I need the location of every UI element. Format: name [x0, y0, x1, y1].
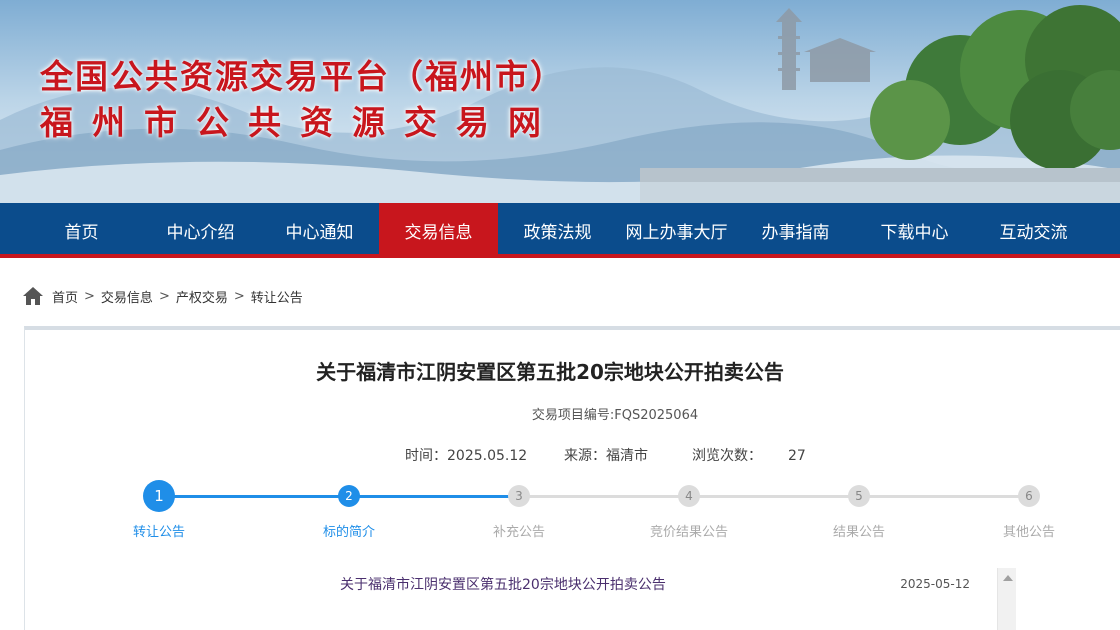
article-title: 关于福清市江阴安置区第五批20宗地块公开拍卖公告: [316, 360, 784, 384]
progress-steps: 1 2 3 4 5 6 转让公告 标的简介 补充公告 竞价结果公告 结果公告 其…: [0, 480, 1120, 540]
scroll-up-arrow-icon[interactable]: [1003, 575, 1013, 581]
nav-item-interact[interactable]: 互动交流: [974, 203, 1093, 258]
step-track-done: [349, 495, 519, 498]
breadcrumb-separator: >: [233, 288, 245, 304]
nav-item-policy[interactable]: 政策法规: [498, 203, 617, 258]
views-value: 27: [788, 448, 806, 464]
step-3-label[interactable]: 补充公告: [459, 521, 579, 540]
step-2-label[interactable]: 标的简介: [289, 521, 409, 540]
publish-time: 时间：2025.05.12: [405, 445, 527, 465]
list-item-title[interactable]: 关于福清市江阴安置区第五批20宗地块公开拍卖公告: [340, 574, 666, 594]
site-title: 福州市公共资源交易网: [40, 103, 560, 142]
list-item-date: 2025-05-12: [900, 577, 970, 591]
step-1-dot[interactable]: 1: [143, 480, 175, 512]
step-5-dot[interactable]: 5: [848, 485, 870, 507]
breadcrumb-home[interactable]: 首页: [52, 287, 78, 306]
breadcrumb-property-trade[interactable]: 产权交易: [176, 287, 228, 306]
step-4-dot[interactable]: 4: [678, 485, 700, 507]
step-3-dot[interactable]: 3: [508, 485, 530, 507]
step-6-label[interactable]: 其他公告: [969, 521, 1089, 540]
step-4-label[interactable]: 竞价结果公告: [629, 521, 749, 540]
list-item[interactable]: 关于福清市江阴安置区第五批20宗地块公开拍卖公告 2025-05-12: [340, 574, 990, 594]
time-value: 2025.05.12: [447, 448, 528, 464]
views-label: 浏览次数：: [692, 448, 762, 464]
step-1-label[interactable]: 转让公告: [99, 521, 219, 540]
breadcrumb-separator: >: [84, 288, 95, 304]
nav-item-guide[interactable]: 办事指南: [736, 203, 855, 258]
platform-title: 全国公共资源交易平台（福州市）: [40, 57, 565, 96]
source-label: 来源：: [564, 448, 606, 464]
header-banner: 全国公共资源交易平台（福州市） 福州市公共资源交易网: [0, 0, 1120, 203]
breadcrumb-trade-info[interactable]: 交易信息: [101, 287, 153, 306]
main-nav: 首页 中心介绍 中心通知 交易信息 政策法规 网上办事大厅 办事指南 下载中心 …: [0, 203, 1120, 258]
project-code: 交易项目编号:FQS2025064: [531, 408, 699, 423]
view-count: 浏览次数： 27: [692, 445, 806, 465]
nav-item-online-hall[interactable]: 网上办事大厅: [617, 203, 736, 258]
step-2-dot[interactable]: 2: [338, 485, 360, 507]
nav-item-download[interactable]: 下载中心: [855, 203, 974, 258]
nav-item-center-notice[interactable]: 中心通知: [260, 203, 379, 258]
time-label: 时间：: [405, 448, 447, 464]
step-track-done: [159, 495, 349, 498]
breadcrumb-separator: >: [158, 288, 170, 304]
step-6-dot[interactable]: 6: [1018, 485, 1040, 507]
home-icon[interactable]: [22, 286, 44, 306]
nav-item-center-intro[interactable]: 中心介绍: [141, 203, 260, 258]
source: 来源：福清市: [564, 445, 648, 465]
step-track-pending: [519, 495, 1029, 498]
nav-item-home[interactable]: 首页: [22, 203, 141, 258]
breadcrumb-transfer-notice[interactable]: 转让公告: [251, 287, 303, 306]
step-5-label[interactable]: 结果公告: [799, 521, 919, 540]
list-scrollbar[interactable]: [997, 568, 1016, 630]
source-value: 福清市: [606, 448, 648, 464]
nav-item-trade-info[interactable]: 交易信息: [379, 203, 498, 258]
breadcrumb: 首页 > 交易信息 > 产权交易 > 转让公告: [22, 286, 303, 306]
